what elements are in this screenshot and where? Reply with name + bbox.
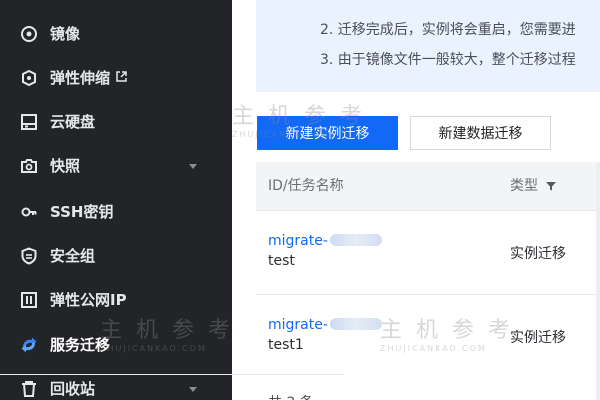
- redacted-id: [329, 318, 382, 330]
- sidebar-item-recycle-bin[interactable]: 回收站: [0, 367, 232, 400]
- task-name: test: [268, 253, 295, 269]
- new-instance-migration-button[interactable]: 新建实例迁移: [257, 116, 398, 150]
- task-type: 实例迁移: [510, 330, 566, 346]
- info-notice: 2. 迁移完成后，实例将会重启，您需要进 3. 由于镜像文件一般较大，整个迁移过…: [256, 0, 600, 92]
- sidebar: 镜像 弹性伸缩 云硬盘 快照 SSH密钥 安全组 弹性公网IP 服务迁移 回收站: [0, 0, 232, 400]
- column-header-type: 类型: [510, 177, 557, 195]
- sidebar-item-elastic-ip[interactable]: 弹性公网IP: [0, 278, 232, 322]
- total-count: 共 2 条: [268, 392, 314, 400]
- sidebar-item-label: 弹性公网IP: [50, 291, 127, 309]
- content-gutter: [232, 0, 256, 400]
- notice-line-3: 3. 由于镜像文件一般较大，整个迁移过程: [320, 52, 576, 68]
- table-row: migrate- test 实例迁移: [256, 210, 600, 290]
- sidebar-item-elastic-scaling[interactable]: 弹性伸缩: [0, 56, 232, 100]
- scrollbar-track[interactable]: [596, 162, 600, 400]
- external-link-icon: [116, 71, 127, 82]
- task-id-link[interactable]: migrate-: [268, 233, 382, 249]
- sidebar-item-label: 快照: [50, 157, 81, 175]
- elastic-ip-icon: [21, 292, 37, 308]
- elastic-scaling-icon: [22, 69, 36, 87]
- table-header: ID/任务名称 类型: [256, 162, 600, 210]
- sidebar-item-cloud-disk[interactable]: 云硬盘: [0, 100, 232, 144]
- shield-icon: [21, 247, 37, 265]
- cloud-disk-icon: [21, 114, 37, 130]
- sidebar-item-label: SSH密钥: [50, 203, 114, 221]
- sidebar-item-label: 弹性伸缩: [50, 69, 111, 87]
- new-data-migration-button[interactable]: 新建数据迁移: [410, 116, 551, 150]
- sidebar-item-label: 安全组: [50, 247, 96, 265]
- filter-icon[interactable]: [546, 181, 557, 191]
- notice-line-2: 2. 迁移完成后，实例将会重启，您需要进: [320, 22, 576, 38]
- table-row: migrate- test1 实例迁移: [256, 294, 600, 374]
- sidebar-item-snapshot[interactable]: 快照: [0, 144, 232, 188]
- caret-down-icon[interactable]: [188, 384, 198, 394]
- task-name: test1: [268, 337, 304, 353]
- recycle-bin-icon: [22, 381, 36, 397]
- ssh-key-icon: [21, 207, 37, 217]
- migration-icon: [21, 337, 37, 353]
- sidebar-item-image[interactable]: 镜像: [0, 12, 232, 56]
- sidebar-item-label: 回收站: [50, 380, 96, 398]
- image-disc-icon: [21, 26, 37, 42]
- sidebar-item-security-group[interactable]: 安全组: [0, 234, 232, 278]
- sidebar-item-service-migration[interactable]: 服务迁移: [0, 323, 232, 367]
- camera-snapshot-icon: [21, 159, 37, 173]
- sidebar-item-label: 云硬盘: [50, 113, 96, 131]
- sidebar-item-ssh-key[interactable]: SSH密钥: [0, 190, 232, 234]
- sidebar-item-label: 服务迁移: [50, 336, 111, 354]
- redacted-id: [329, 234, 382, 246]
- caret-down-icon[interactable]: [188, 161, 198, 171]
- task-id-link[interactable]: migrate-: [268, 317, 382, 333]
- table-footer-divider: [0, 374, 344, 375]
- column-header-id-name: ID/任务名称: [268, 178, 344, 194]
- task-type: 实例迁移: [510, 246, 566, 262]
- sidebar-item-label: 镜像: [50, 25, 81, 43]
- migration-task-table: ID/任务名称 类型 migrate- test 实例迁移 migrate- t…: [256, 162, 600, 400]
- notice-line-1-clipped: [320, 0, 324, 18]
